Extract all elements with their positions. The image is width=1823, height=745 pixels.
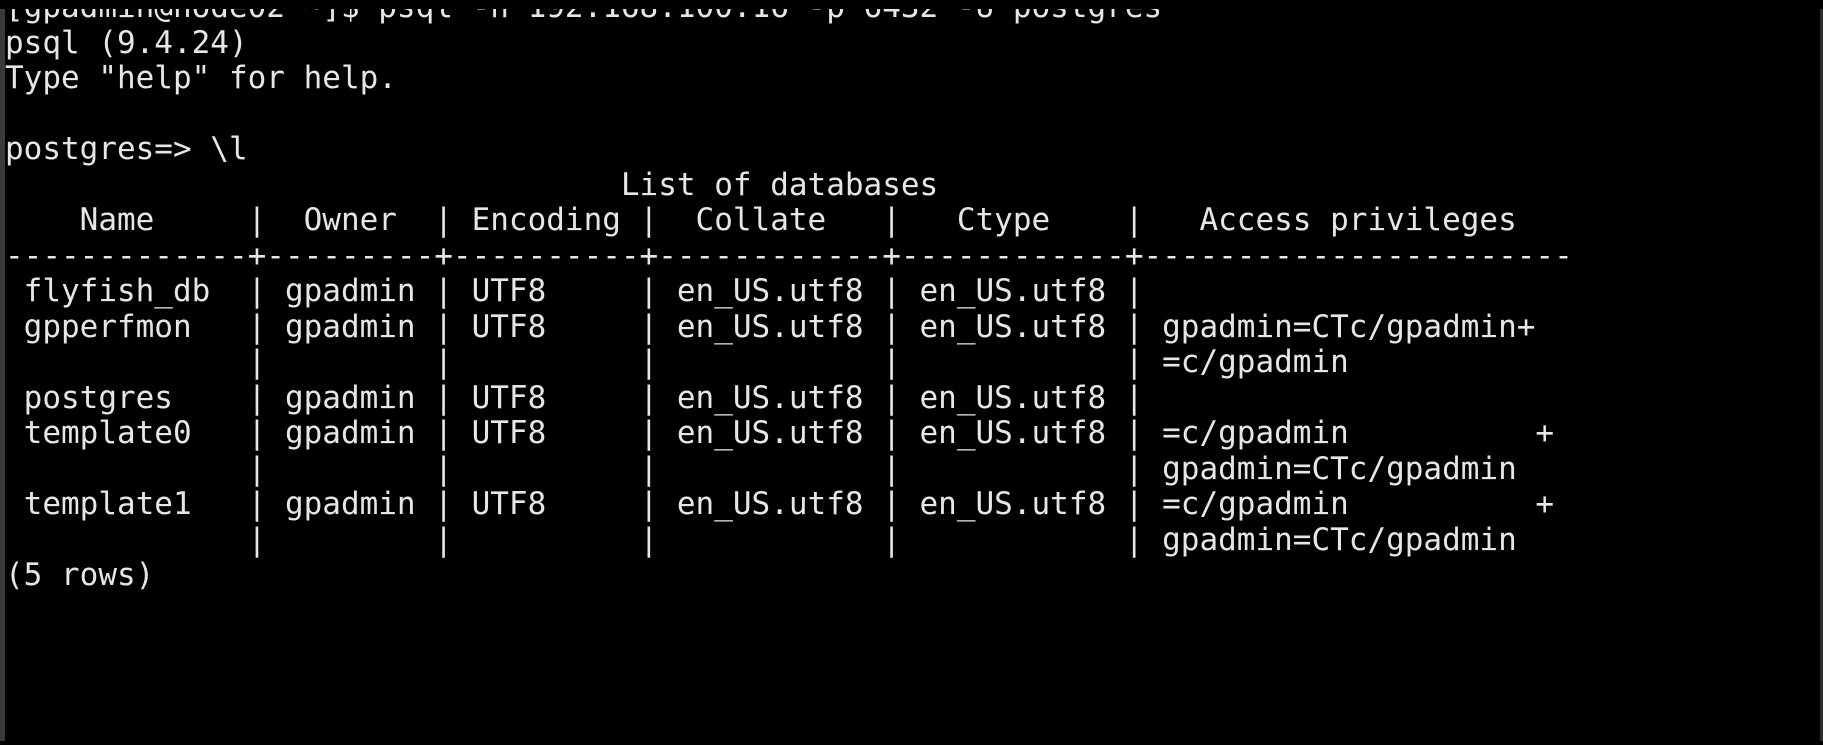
terminal-line-blank-2 [5, 594, 1820, 630]
terminal-screen[interactable]: [gpadmin@node02 ~]$ psql -h 192.168.100.… [5, 0, 1820, 745]
top-clip-mask [0, 0, 1823, 9]
terminal-line-blank-1 [5, 97, 1820, 133]
table-row: flyfish_db | gpadmin | UTF8 | en_US.utf8… [5, 273, 1144, 309]
table-row-continuation: | | | | | gpadmin=CTc/gpadmin [5, 450, 1517, 487]
terminal-line-row-count: (5 rows) [5, 557, 155, 593]
table-row: gpperfmon | gpadmin | UTF8 | en_US.utf8 … [5, 308, 1536, 345]
table-row: template1 | gpadmin | UTF8 | en_US.utf8 … [5, 486, 1555, 522]
terminal-line-table-separator: -------------+---------+----------+-----… [5, 237, 1573, 274]
bottom-clip-mask [0, 741, 1823, 745]
terminal-line-psql-version: psql (9.4.24) [5, 24, 248, 61]
table-row-continuation: | | | | | =c/gpadmin [5, 344, 1349, 380]
terminal-line-table-header: Name | Owner | Encoding | Collate | Ctyp… [5, 202, 1517, 238]
terminal-line-table-title: List of databases [5, 166, 939, 203]
table-row: template0 | gpadmin | UTF8 | en_US.utf8 … [5, 415, 1555, 451]
terminal-line-help-hint: Type "help" for help. [5, 60, 397, 96]
table-row: postgres | gpadmin | UTF8 | en_US.utf8 |… [5, 379, 1144, 416]
terminal-line-psql-prompt: postgres=> \l [5, 131, 248, 167]
terminal-window[interactable]: [gpadmin@node02 ~]$ [gpadmin@node02 ~]$ … [0, 0, 1823, 745]
table-row-continuation: | | | | | gpadmin=CTc/gpadmin [5, 521, 1517, 558]
